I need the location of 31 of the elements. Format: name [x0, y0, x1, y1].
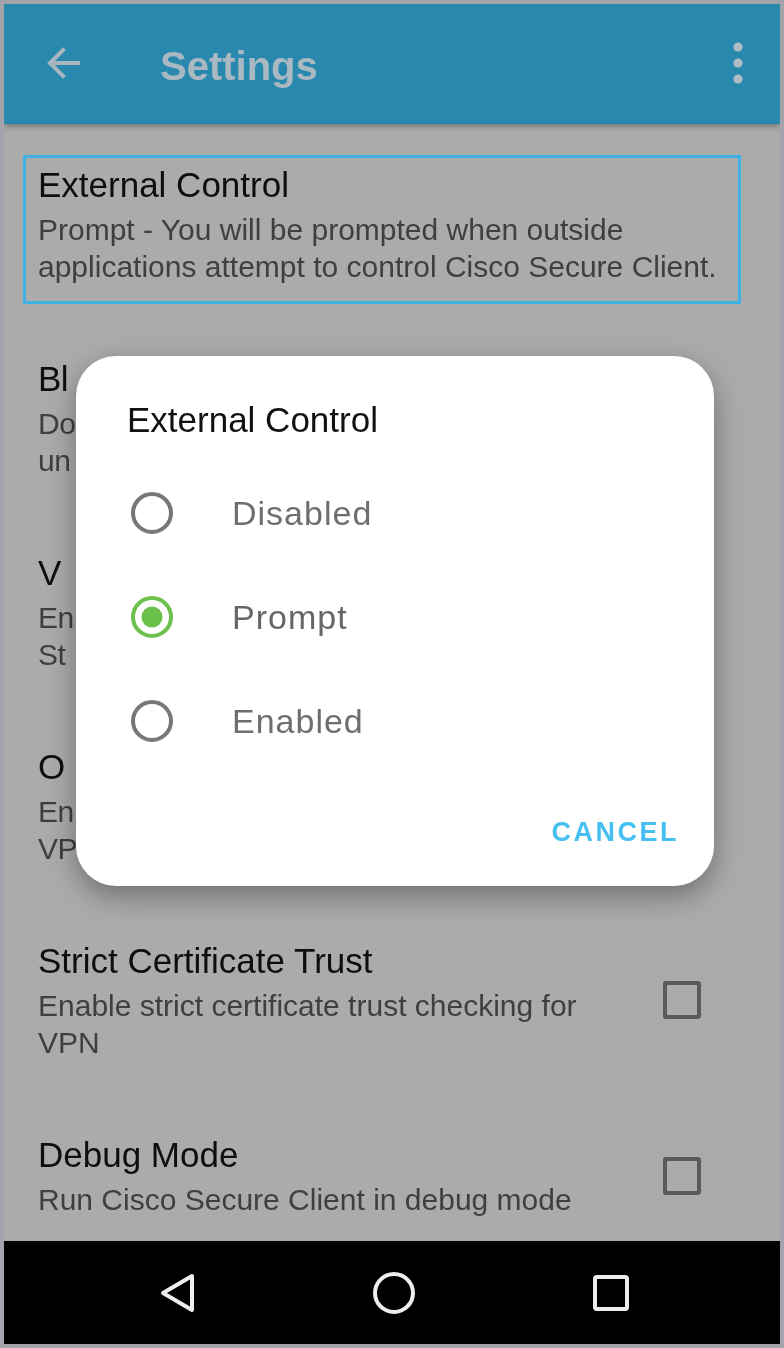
radio-button[interactable] — [131, 492, 173, 534]
radio-button[interactable] — [131, 596, 173, 638]
setting-description: Run Cisco Secure Client in debug mode — [38, 1182, 573, 1218]
home-circle-icon[interactable] — [373, 1271, 415, 1314]
setting-description: En — [38, 600, 74, 636]
checkbox[interactable] — [663, 981, 701, 1019]
setting-title: External Control — [38, 164, 290, 206]
radio-label[interactable]: Disabled — [232, 491, 373, 535]
setting-description: Prompt - You will be prompted when outside applications attempt to control Cisco Secure Client. — [38, 212, 718, 285]
checkbox[interactable] — [663, 1156, 701, 1195]
setting-title: Strict Certificate Trust — [38, 940, 374, 982]
setting-description: un — [38, 443, 72, 479]
radio-label[interactable]: Prompt — [232, 595, 348, 639]
setting-description: En — [38, 794, 75, 830]
setting-title: Debug Mode — [38, 1134, 240, 1176]
radio-label[interactable]: Enabled — [232, 699, 364, 743]
setting-title: V — [38, 552, 62, 594]
radio-button[interactable] — [131, 700, 173, 742]
setting-description: VP — [38, 831, 78, 867]
setting-title: Bl — [38, 358, 70, 400]
setting-description: Do — [38, 406, 76, 442]
setting-description: St — [38, 637, 67, 673]
setting-item[interactable]: External Control Prompt - You will be prompted when outside applications attempt to control Cisco Secure Client. — [23, 155, 741, 304]
app-bar-title: Settings — [160, 43, 318, 90]
setting-item[interactable]: Strict Certificate Trust Enable strict certificate trust checking for VPN — [23, 931, 741, 1080]
square-icon[interactable] — [593, 1274, 629, 1311]
setting-item[interactable]: Debug Mode Run Cisco Secure Client in debug mode — [23, 1125, 741, 1237]
dialog-title: External Control — [127, 399, 378, 441]
setting-title: O — [38, 746, 66, 788]
setting-description: Enable strict certificate trust checking for VPN — [38, 988, 578, 1061]
back-triangle-icon[interactable] — [159, 1272, 195, 1313]
